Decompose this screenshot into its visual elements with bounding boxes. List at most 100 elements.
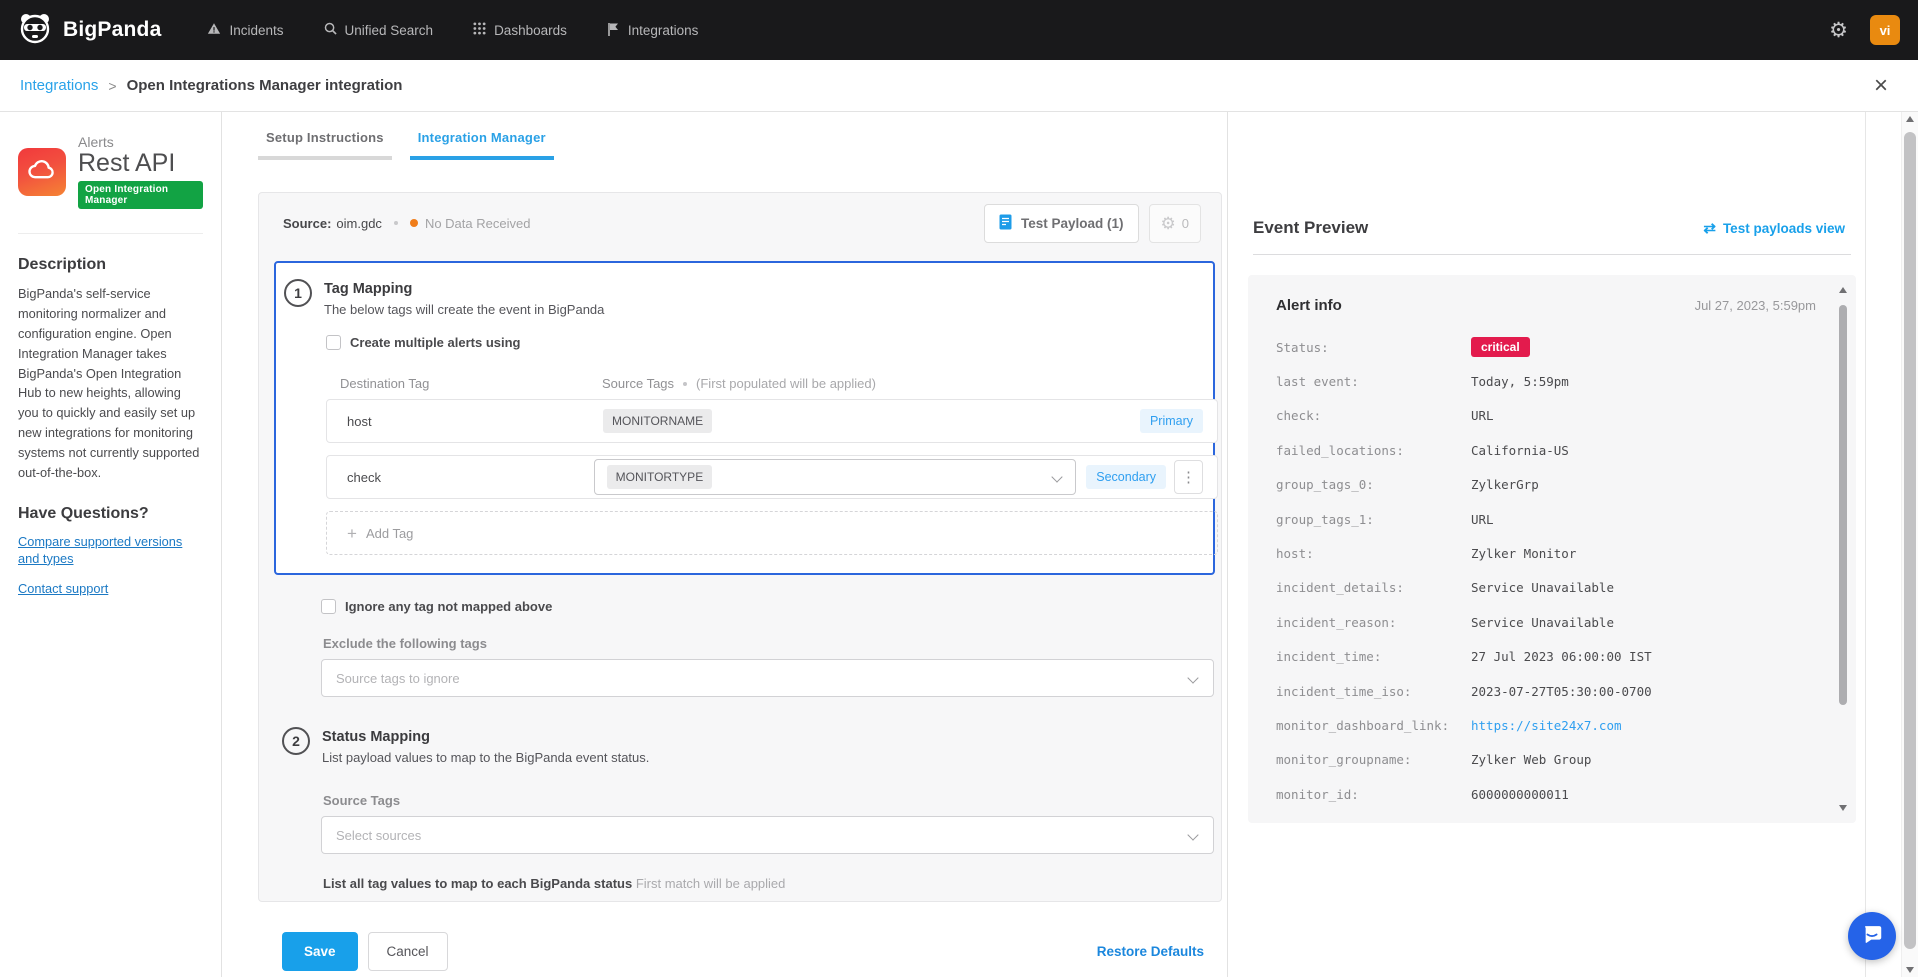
cloud-icon (27, 156, 57, 187)
test-payloads-view-link[interactable]: ⇄ Test payloads view (1703, 219, 1845, 237)
tag-mapping-title: Tag Mapping (324, 279, 604, 297)
alert-value: California-US (1471, 443, 1569, 458)
chat-icon (1861, 923, 1883, 950)
source-tag-select[interactable]: MONITORTYPE (594, 459, 1077, 495)
chat-launcher-button[interactable] (1848, 912, 1896, 960)
scroll-up-arrow-icon[interactable] (1906, 116, 1914, 122)
alert-value: Zylker Monitor (1471, 546, 1576, 561)
page-scrollbar (1901, 112, 1918, 977)
user-avatar[interactable]: vi (1870, 15, 1900, 45)
primary-badge[interactable]: Primary (1140, 409, 1203, 433)
event-preview-header: Event Preview ⇄ Test payloads view (1253, 218, 1851, 238)
cancel-button[interactable]: Cancel (368, 932, 448, 971)
alert-row: group_tags_1: URL (1276, 502, 1816, 536)
scroll-down-arrow-icon[interactable] (1906, 967, 1914, 973)
nav-label: Dashboards (494, 23, 567, 38)
secondary-badge[interactable]: Secondary (1086, 465, 1166, 489)
status-mapping-title: Status Mapping (322, 727, 649, 745)
compare-versions-link[interactable]: Compare supported versions and types (18, 533, 203, 568)
logo-title: Rest API (78, 150, 203, 176)
nav-label: Incidents (229, 23, 283, 38)
alert-key: Status: (1276, 340, 1471, 355)
description-text: BigPanda's self-service monitoring norma… (18, 284, 203, 482)
alert-row: incident_time_iso: 2023-07-27T05:30:00-0… (1276, 674, 1816, 708)
status-mapping-note: List all tag values to map to each BigPa… (323, 876, 1221, 891)
add-tag-button[interactable]: + Add Tag (326, 511, 1218, 555)
description-heading: Description (18, 256, 203, 274)
alert-row: incident_details: Service Unavailable (1276, 571, 1816, 605)
plus-icon: + (347, 525, 357, 542)
test-payload-button[interactable]: Test Payload (1) (984, 204, 1139, 243)
tag-mapping-titles: Tag Mapping The below tags will create t… (324, 279, 604, 317)
alert-row: check: URL (1276, 399, 1816, 433)
breadcrumb-integrations-link[interactable]: Integrations (20, 77, 98, 94)
alert-info-header: Alert info Jul 27, 2023, 5:59pm (1276, 297, 1816, 330)
row-menu-button[interactable]: ⋮ (1174, 460, 1203, 494)
dot-separator-icon (683, 382, 687, 386)
nav-label: Integrations (628, 23, 699, 38)
critical-status-badge: critical (1471, 337, 1530, 357)
payload-count-button[interactable]: ⚙ 0 (1149, 204, 1201, 243)
brand-name: BigPanda (63, 18, 161, 42)
source-row: Source: oim.gdc No Data Received Test Pa… (259, 193, 1221, 253)
alert-value: 6000000000011 (1471, 787, 1569, 802)
alert-key: monitor_dashboard_link: (1276, 718, 1471, 733)
restore-defaults-link[interactable]: Restore Defaults (1097, 944, 1204, 959)
rest-api-app-icon (18, 148, 66, 196)
mapping-column-headers: Destination Tag Source Tags (First popul… (326, 376, 1213, 391)
alert-row: incident_time: 27 Jul 2023 06:00:00 IST (1276, 640, 1816, 674)
navbar-right: ⚙ vi (1829, 15, 1900, 45)
tab-bar: Setup Instructions Integration Manager (258, 130, 554, 160)
contact-support-link[interactable]: Contact support (18, 580, 203, 597)
status-source-tags-label: Source Tags (323, 793, 1221, 808)
alert-value: ZylkerGrp (1471, 477, 1539, 492)
tag-mapping-header: 1 Tag Mapping The below tags will create… (284, 279, 1213, 317)
nav-item-incidents[interactable]: Incidents (207, 22, 283, 39)
nav-item-integrations[interactable]: Integrations (607, 22, 699, 39)
step-1-badge: 1 (284, 279, 312, 307)
integration-sidebar: Alerts Rest API Open Integration Manager… (0, 112, 222, 977)
multiple-alerts-checkbox[interactable] (326, 335, 341, 350)
tab-integration-manager[interactable]: Integration Manager (410, 130, 554, 160)
alert-key: incident_details: (1276, 580, 1471, 595)
close-icon[interactable]: × (1874, 74, 1888, 98)
integrations-flag-icon (607, 22, 620, 39)
settings-gear-icon[interactable]: ⚙ (1829, 20, 1848, 41)
scrollbar-thumb[interactable] (1839, 305, 1847, 705)
nav-item-dashboards[interactable]: Dashboards (473, 22, 567, 39)
alert-value: URL (1471, 408, 1494, 423)
alert-key: last event: (1276, 374, 1471, 389)
nav-item-unified-search[interactable]: Unified Search (324, 22, 434, 39)
dashboard-link[interactable]: https://site24x7.com (1471, 718, 1622, 733)
panda-logo-icon (18, 11, 52, 50)
bigpanda-logo[interactable]: BigPanda (18, 11, 161, 50)
form-footer: Save Cancel Restore Defaults (258, 914, 1222, 977)
tab-setup-instructions[interactable]: Setup Instructions (258, 130, 392, 160)
top-navbar: BigPanda Incidents Unified Search Dashbo (0, 0, 1918, 60)
scrollbar-thumb[interactable] (1904, 132, 1916, 949)
dot-separator-icon (394, 221, 398, 225)
ignore-tags-checkbox[interactable] (321, 599, 336, 614)
status-source-tags-select[interactable]: Select sources (321, 816, 1214, 854)
main-column: Setup Instructions Integration Manager S… (222, 112, 1227, 977)
alert-key: monitor_id: (1276, 787, 1471, 802)
alert-value: 27 Jul 2023 06:00:00 IST (1471, 649, 1652, 664)
exclude-tags-select[interactable]: Source tags to ignore (321, 659, 1214, 697)
source-tags-note: (First populated will be applied) (696, 376, 876, 391)
integration-manager-panel: Source: oim.gdc No Data Received Test Pa… (258, 192, 1222, 902)
status-mapping-header: 2 Status Mapping List payload values to … (282, 727, 1221, 765)
step-2-badge: 2 (282, 727, 310, 755)
save-button[interactable]: Save (282, 932, 358, 971)
alert-value: 2023-07-27T05:30:00-0700 (1471, 684, 1652, 699)
scroll-down-arrow-icon[interactable] (1839, 805, 1847, 811)
alert-key: incident_time_iso: (1276, 684, 1471, 699)
status-mapping-subtitle: List payload values to map to the BigPan… (322, 750, 649, 765)
source-actions: Test Payload (1) ⚙ 0 (984, 204, 1201, 243)
chevron-down-icon (1189, 673, 1199, 683)
source-tag-chip[interactable]: MONITORNAME (603, 409, 712, 433)
scroll-up-arrow-icon[interactable] (1839, 287, 1847, 293)
tag-mapping-section: 1 Tag Mapping The below tags will create… (274, 261, 1215, 575)
gear-small-icon: ⚙ (1161, 215, 1176, 232)
source-tag-chip[interactable]: MONITORTYPE (607, 465, 713, 489)
alert-key: check: (1276, 408, 1471, 423)
